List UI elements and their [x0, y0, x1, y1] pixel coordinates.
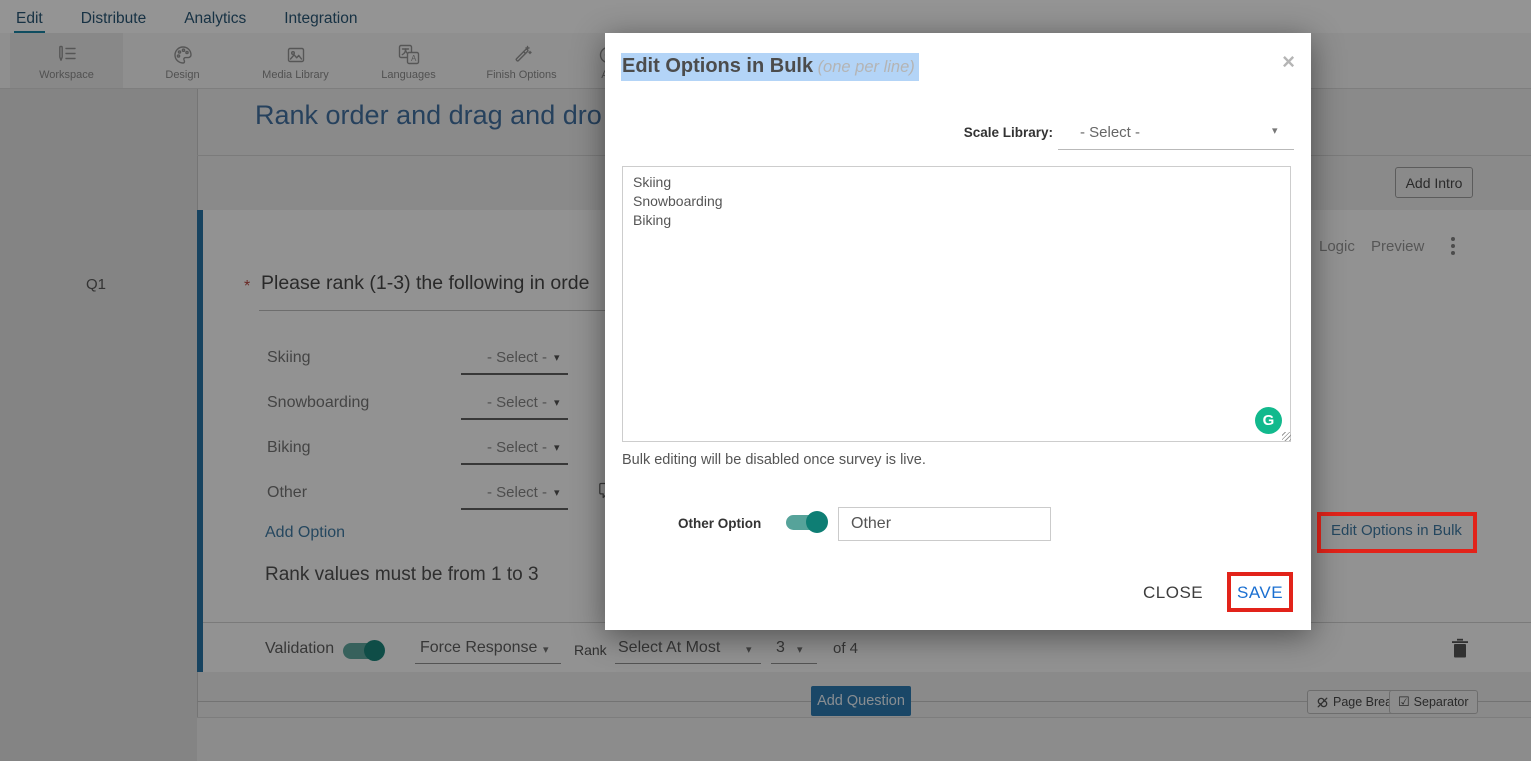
- close-icon[interactable]: ×: [1282, 51, 1295, 73]
- bulk-edit-note: Bulk editing will be disabled once surve…: [622, 452, 926, 468]
- textarea-resize-handle[interactable]: [1282, 432, 1291, 441]
- scale-library-underline: [1058, 149, 1294, 150]
- chevron-down-icon: ▾: [1272, 124, 1278, 137]
- other-option-label: Other Option: [678, 516, 762, 531]
- bulk-options-textarea[interactable]: Skiing Snowboarding Biking: [622, 166, 1291, 442]
- toggle-knob: [806, 511, 828, 533]
- grammarly-icon[interactable]: G: [1255, 407, 1282, 434]
- survey-builder-screen: Edit Distribute Analytics Integration Wo…: [0, 0, 1531, 761]
- other-option-toggle[interactable]: [786, 511, 828, 533]
- scale-library-label: Scale Library:: [963, 125, 1053, 140]
- other-option-input[interactable]: [838, 507, 1051, 541]
- modal-subtitle: (one per line): [817, 58, 915, 76]
- modal-title-wrap: Edit Options in Bulk (one per line): [621, 53, 919, 81]
- scale-library-dropdown[interactable]: - Select -: [1080, 124, 1140, 141]
- edit-options-bulk-modal: Edit Options in Bulk (one per line) × Sc…: [605, 33, 1311, 630]
- close-button[interactable]: CLOSE: [1143, 583, 1203, 603]
- modal-title: Edit Options in Bulk: [622, 55, 814, 77]
- save-button[interactable]: SAVE: [1237, 583, 1283, 603]
